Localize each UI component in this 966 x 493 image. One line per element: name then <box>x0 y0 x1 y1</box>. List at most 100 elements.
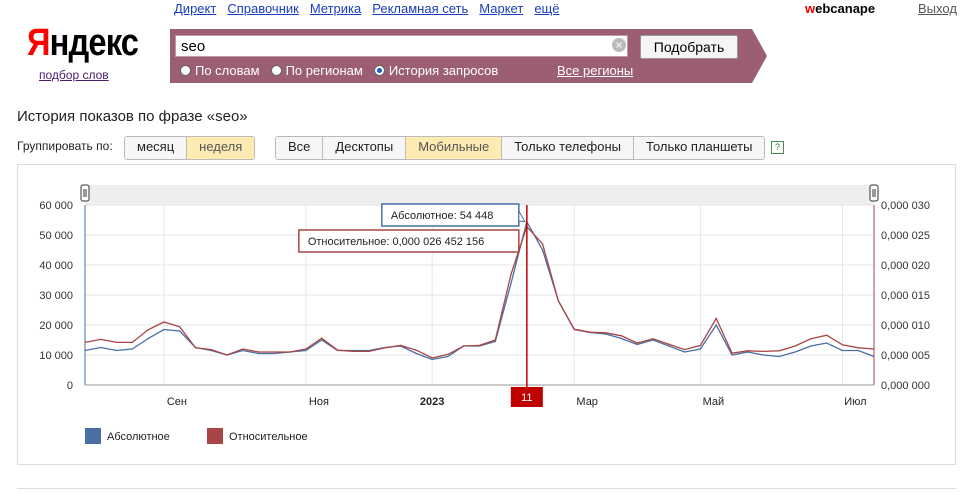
group-month-button[interactable]: месяц <box>125 137 188 159</box>
data-point <box>794 351 796 353</box>
data-point <box>810 345 812 347</box>
help-icon[interactable]: ? <box>771 141 784 154</box>
wordstat-link[interactable]: подбор слов <box>39 68 109 82</box>
logout-link[interactable]: Выход <box>918 1 957 16</box>
y-tick-label-right: 0,000 030 <box>881 200 930 212</box>
data-point <box>510 273 512 275</box>
search-button[interactable]: Подобрать <box>640 35 738 59</box>
data-point <box>84 349 86 352</box>
radio-by-regions[interactable]: По регионам <box>270 63 363 78</box>
device-tablets-button[interactable]: Только планшеты <box>634 137 765 159</box>
nav-link-more[interactable]: ещё <box>534 1 559 16</box>
history-chart: 0 0,000 000 10 000 0,000 005 20 000 0,000 010… <box>17 164 956 465</box>
data-point <box>336 349 339 351</box>
data-point <box>147 337 149 340</box>
logo-text: ндекс <box>49 22 139 64</box>
data-point <box>147 329 149 331</box>
y-tick-label-left: 20 000 <box>39 320 73 332</box>
y-tick-label-right: 0,000 000 <box>881 380 930 392</box>
data-point <box>258 351 260 353</box>
data-point <box>636 342 638 344</box>
data-point <box>179 330 181 332</box>
all-regions-link[interactable]: Все регионы <box>557 63 633 78</box>
yandex-logo[interactable]: Яндекс <box>27 22 139 65</box>
data-point <box>731 352 733 354</box>
data-point <box>652 338 654 340</box>
data-point <box>415 352 417 355</box>
group-by-label: Группировать по: <box>17 139 113 153</box>
x-tick-label: 2023 <box>420 396 444 408</box>
data-point <box>431 358 433 361</box>
nav-link-metrika[interactable]: Метрика <box>310 1 361 16</box>
top-nav: Директ Справочник Метрика Рекламная сеть Мар… <box>174 1 570 16</box>
data-point <box>400 344 402 346</box>
data-point <box>873 348 875 350</box>
data-point <box>100 346 102 349</box>
y-tick-label-right: 0,000 005 <box>881 350 930 362</box>
data-point <box>84 341 86 343</box>
data-point <box>415 349 417 351</box>
data-point <box>636 343 638 346</box>
data-point <box>762 354 765 356</box>
data-point <box>873 355 875 358</box>
user-name[interactable]: webcanape <box>805 1 875 16</box>
data-point <box>826 342 828 344</box>
nav-link-direct[interactable]: Директ <box>174 1 216 16</box>
nav-link-ad-network[interactable]: Рекламная сеть <box>372 1 468 16</box>
data-point <box>684 351 686 353</box>
device-desktop-button[interactable]: Десктопы <box>323 137 407 159</box>
data-point <box>242 348 244 350</box>
nav-link-reference[interactable]: Справочник <box>227 1 299 16</box>
data-point <box>857 349 859 352</box>
logo-red-letter: Я <box>27 22 50 64</box>
legend-label: Абсолютное <box>107 431 170 443</box>
data-point <box>747 351 749 353</box>
device-all-button[interactable]: Все <box>276 137 324 159</box>
y-tick-label-right: 0,000 015 <box>881 290 930 302</box>
radio-query-history[interactable]: История запросов <box>373 63 498 78</box>
data-point <box>747 350 749 352</box>
y-tick-label-left: 50 000 <box>39 230 73 242</box>
radio-by-regions-dot <box>270 65 282 76</box>
data-point <box>620 335 623 337</box>
device-phones-button[interactable]: Только телефоны <box>502 137 635 159</box>
data-point <box>258 352 260 355</box>
range-handle-right[interactable] <box>869 184 879 202</box>
x-tick-label: Июл <box>844 396 866 408</box>
legend-label: Относительное <box>229 431 308 443</box>
data-point <box>352 350 354 352</box>
data-point <box>431 357 433 359</box>
search-bar: seo × Подобрать По словам По регионам Ис… <box>170 29 767 83</box>
radio-by-words-label: По словам <box>195 63 260 78</box>
group-week-button[interactable]: неделя <box>187 137 255 159</box>
data-point <box>810 338 812 340</box>
device-mobile-button[interactable]: Мобильные <box>406 137 503 159</box>
clear-icon[interactable]: × <box>612 38 626 52</box>
data-point <box>841 344 844 346</box>
data-point <box>463 345 465 347</box>
data-point <box>668 343 670 345</box>
data-point <box>778 350 780 352</box>
radio-by-words[interactable]: По словам <box>180 63 260 78</box>
search-input[interactable]: seo <box>175 35 628 57</box>
y-tick-label-left: 40 000 <box>39 260 73 272</box>
radio-by-regions-label: По регионам <box>285 63 363 78</box>
data-point <box>589 331 591 333</box>
data-point <box>494 339 496 341</box>
user-name-first-letter: w <box>805 1 816 16</box>
tooltip-relative-text: Относительное: 0,000 026 452 156 <box>308 236 484 248</box>
data-point <box>573 328 575 330</box>
data-point <box>841 349 844 352</box>
data-point <box>699 348 702 350</box>
data-point <box>605 333 607 335</box>
range-handle-left[interactable] <box>80 184 90 202</box>
data-point <box>494 340 496 343</box>
data-point <box>179 326 181 328</box>
data-point <box>321 339 323 341</box>
nav-link-market[interactable]: Маркет <box>479 1 523 16</box>
data-point <box>762 350 765 352</box>
data-point <box>605 332 607 334</box>
data-point <box>715 324 717 326</box>
x-tick-label: Мар <box>576 396 598 408</box>
data-point <box>321 337 323 339</box>
